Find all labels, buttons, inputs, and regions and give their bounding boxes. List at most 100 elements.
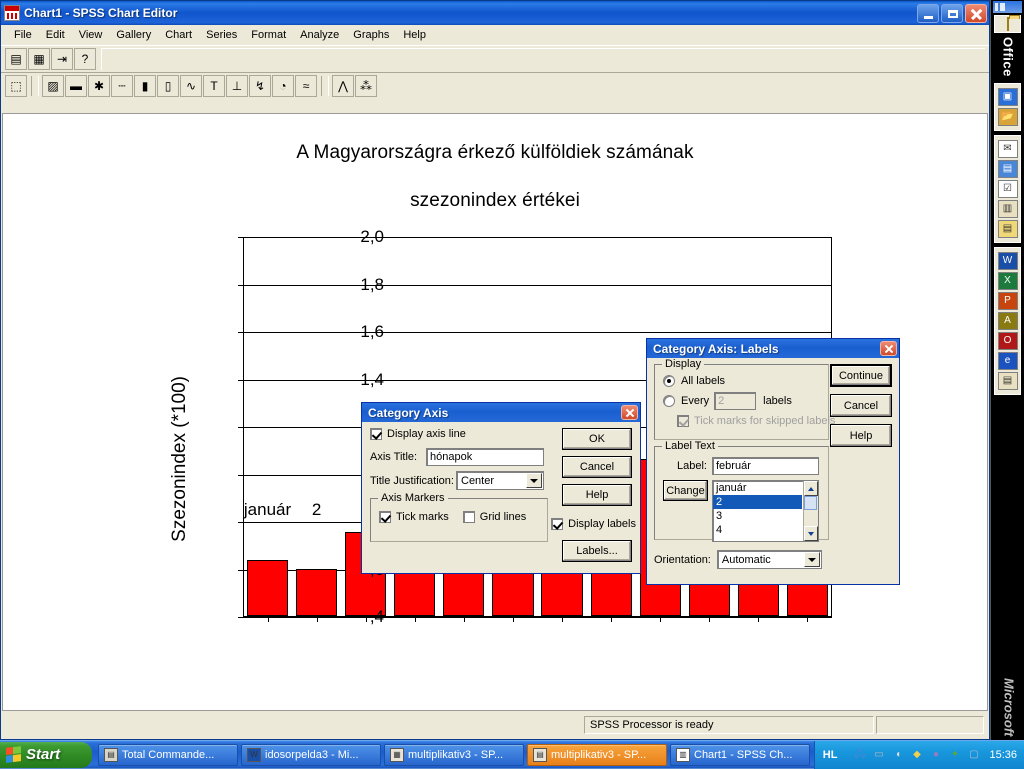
line-style-icon[interactable]: ┄ <box>111 75 133 97</box>
volume-icon[interactable]: ◖ <box>890 747 905 762</box>
every-n-input[interactable]: 2 <box>714 392 756 410</box>
new-task-icon[interactable]: ☑ <box>998 180 1018 198</box>
swap-axes-icon[interactable]: ⋀ <box>332 75 354 97</box>
taskbar-button[interactable]: Widosorpelda3 - Mi... <box>241 744 381 766</box>
grid-lines-checkbox[interactable] <box>463 511 475 523</box>
all-labels-radio[interactable] <box>663 375 675 387</box>
scroll-down-icon[interactable] <box>804 526 818 541</box>
continue-button[interactable]: Continue <box>830 364 892 387</box>
menu-item-gallery[interactable]: Gallery <box>109 27 158 43</box>
network-disconnected-icon[interactable]: 🖧 <box>852 747 867 762</box>
scrollbar-thumb[interactable] <box>804 496 817 510</box>
add-annotation-icon[interactable]: ↯ <box>249 75 271 97</box>
scroll-up-icon[interactable] <box>804 481 818 496</box>
display-settings-icon[interactable]: ◆ <box>909 747 924 762</box>
menu-item-analyze[interactable]: Analyze <box>293 27 346 43</box>
line-interpolation-icon[interactable]: ∿ <box>180 75 202 97</box>
close-icon[interactable] <box>621 405 638 420</box>
microsoft-outlook-icon[interactable]: O <box>998 332 1018 350</box>
office-shortcut-bar[interactable]: Office ▣📂✉▤☑▥▤WXPAOe▤ Microsoft <box>990 0 1024 742</box>
tick-marks-skipped-checkbox[interactable] <box>677 415 689 427</box>
color-icon[interactable]: ▬ <box>65 75 87 97</box>
spin-3d-icon[interactable]: ≈ <box>295 75 317 97</box>
marker-icon[interactable]: ✱ <box>88 75 110 97</box>
label-list-scrollbar[interactable] <box>803 481 818 541</box>
new-message-icon[interactable]: ✉ <box>998 140 1018 158</box>
open-office-document-icon[interactable]: 📂 <box>998 108 1018 126</box>
start-button[interactable]: Start <box>0 742 92 768</box>
language-indicator[interactable]: HL <box>823 749 838 761</box>
taskbar-button[interactable]: ▤multiplikativ3 - SP... <box>527 744 667 766</box>
text-icon[interactable]: T <box>203 75 225 97</box>
menu-item-graphs[interactable]: Graphs <box>346 27 396 43</box>
display-axis-line-checkbox[interactable] <box>370 428 382 440</box>
label-list-item[interactable]: 3 <box>713 509 802 523</box>
go-to-case-icon[interactable]: ⇥ <box>51 48 73 70</box>
fill-pattern-icon[interactable]: ▨ <box>42 75 64 97</box>
go-to-data-icon[interactable]: ▤ <box>5 48 27 70</box>
taskbar-button[interactable]: ▤Total Commande... <box>98 744 238 766</box>
menu-item-series[interactable]: Series <box>199 27 244 43</box>
y-axis-title[interactable]: Szezonindex (*100) <box>169 376 191 542</box>
axis-icon[interactable]: ⊥ <box>226 75 248 97</box>
office-bar-handle[interactable] <box>993 1 1022 13</box>
label-list-item[interactable]: 4 <box>713 523 802 537</box>
change-button[interactable]: Change <box>663 480 708 501</box>
help-button[interactable]: Help <box>562 484 632 506</box>
chart-title-line2[interactable]: szezonindex értékei <box>3 190 987 212</box>
minimize-button[interactable] <box>917 4 939 23</box>
monitor-icon[interactable]: ▢ <box>966 747 981 762</box>
close-icon[interactable] <box>880 341 897 356</box>
labels-button[interactable]: Labels... <box>562 540 632 562</box>
chevron-down-icon[interactable] <box>526 473 542 488</box>
new-appointment-icon[interactable]: ▤ <box>998 160 1018 178</box>
orientation-select[interactable]: Automatic <box>717 550 822 569</box>
microsoft-excel-icon[interactable]: X <box>998 272 1018 290</box>
category-axis-dialog[interactable]: Category Axis Display axis line Axis Tit… <box>361 402 641 574</box>
office-bar-folder-button[interactable] <box>994 15 1021 33</box>
explode-slice-icon[interactable]: ◔ <box>272 75 294 97</box>
taskbar-button[interactable]: ▦multiplikativ3 - SP... <box>384 744 524 766</box>
label-list[interactable]: január234 <box>712 480 819 542</box>
microsoft-access-icon[interactable]: A <box>998 312 1018 330</box>
taskbar-button[interactable]: ▥Chart1 - SPSS Ch... <box>670 744 810 766</box>
antivirus-icon[interactable]: ● <box>928 747 943 762</box>
bar-label-style-icon[interactable]: ▯ <box>157 75 179 97</box>
bar[interactable] <box>247 560 288 616</box>
microsoft-word-icon[interactable]: W <box>998 252 1018 270</box>
microsoft-binder-icon[interactable]: ▤ <box>998 372 1018 390</box>
help-button[interactable]: Help <box>830 424 892 447</box>
remove-hardware-icon[interactable]: ▭ <box>871 747 886 762</box>
messenger-icon[interactable]: ✦ <box>947 747 962 762</box>
close-button[interactable] <box>965 4 987 23</box>
ok-button[interactable]: OK <box>562 428 632 450</box>
menu-item-edit[interactable]: Edit <box>39 27 72 43</box>
new-contact-icon[interactable]: ▥ <box>998 200 1018 218</box>
break-icon[interactable]: ⁂ <box>355 75 377 97</box>
cancel-button[interactable]: Cancel <box>830 394 892 417</box>
display-labels-checkbox[interactable] <box>551 518 563 530</box>
every-n-labels-radio[interactable] <box>663 395 675 407</box>
new-office-document-icon[interactable]: ▣ <box>998 88 1018 106</box>
menu-item-file[interactable]: File <box>7 27 39 43</box>
menu-item-chart[interactable]: Chart <box>158 27 199 43</box>
cancel-button[interactable]: Cancel <box>562 456 632 478</box>
whats-this-help-icon[interactable]: ? <box>74 48 96 70</box>
label-input[interactable]: február <box>712 457 819 475</box>
internet-explorer-icon[interactable]: e <box>998 352 1018 370</box>
title-justification-select[interactable]: Center <box>456 471 544 490</box>
grid-table-icon[interactable]: ▦ <box>28 48 50 70</box>
menu-item-view[interactable]: View <box>72 27 110 43</box>
tick-marks-checkbox[interactable] <box>379 511 391 523</box>
clock[interactable]: 15:36 <box>989 749 1017 761</box>
new-journal-entry-icon[interactable]: ▤ <box>998 220 1018 238</box>
chart-canvas[interactable]: A Magyarországra érkező külföldiek számá… <box>2 113 988 711</box>
restore-button[interactable] <box>941 4 963 23</box>
axis-title-input[interactable]: hónapok <box>426 448 544 466</box>
select-object-icon[interactable]: ⬚ <box>5 75 27 97</box>
label-list-item[interactable]: 2 <box>713 495 802 509</box>
chevron-down-icon[interactable] <box>804 552 820 567</box>
category-axis-labels-dialog[interactable]: Category Axis: Labels Display All labels… <box>646 338 900 585</box>
label-list-item[interactable]: január <box>713 481 802 495</box>
menu-item-format[interactable]: Format <box>244 27 293 43</box>
